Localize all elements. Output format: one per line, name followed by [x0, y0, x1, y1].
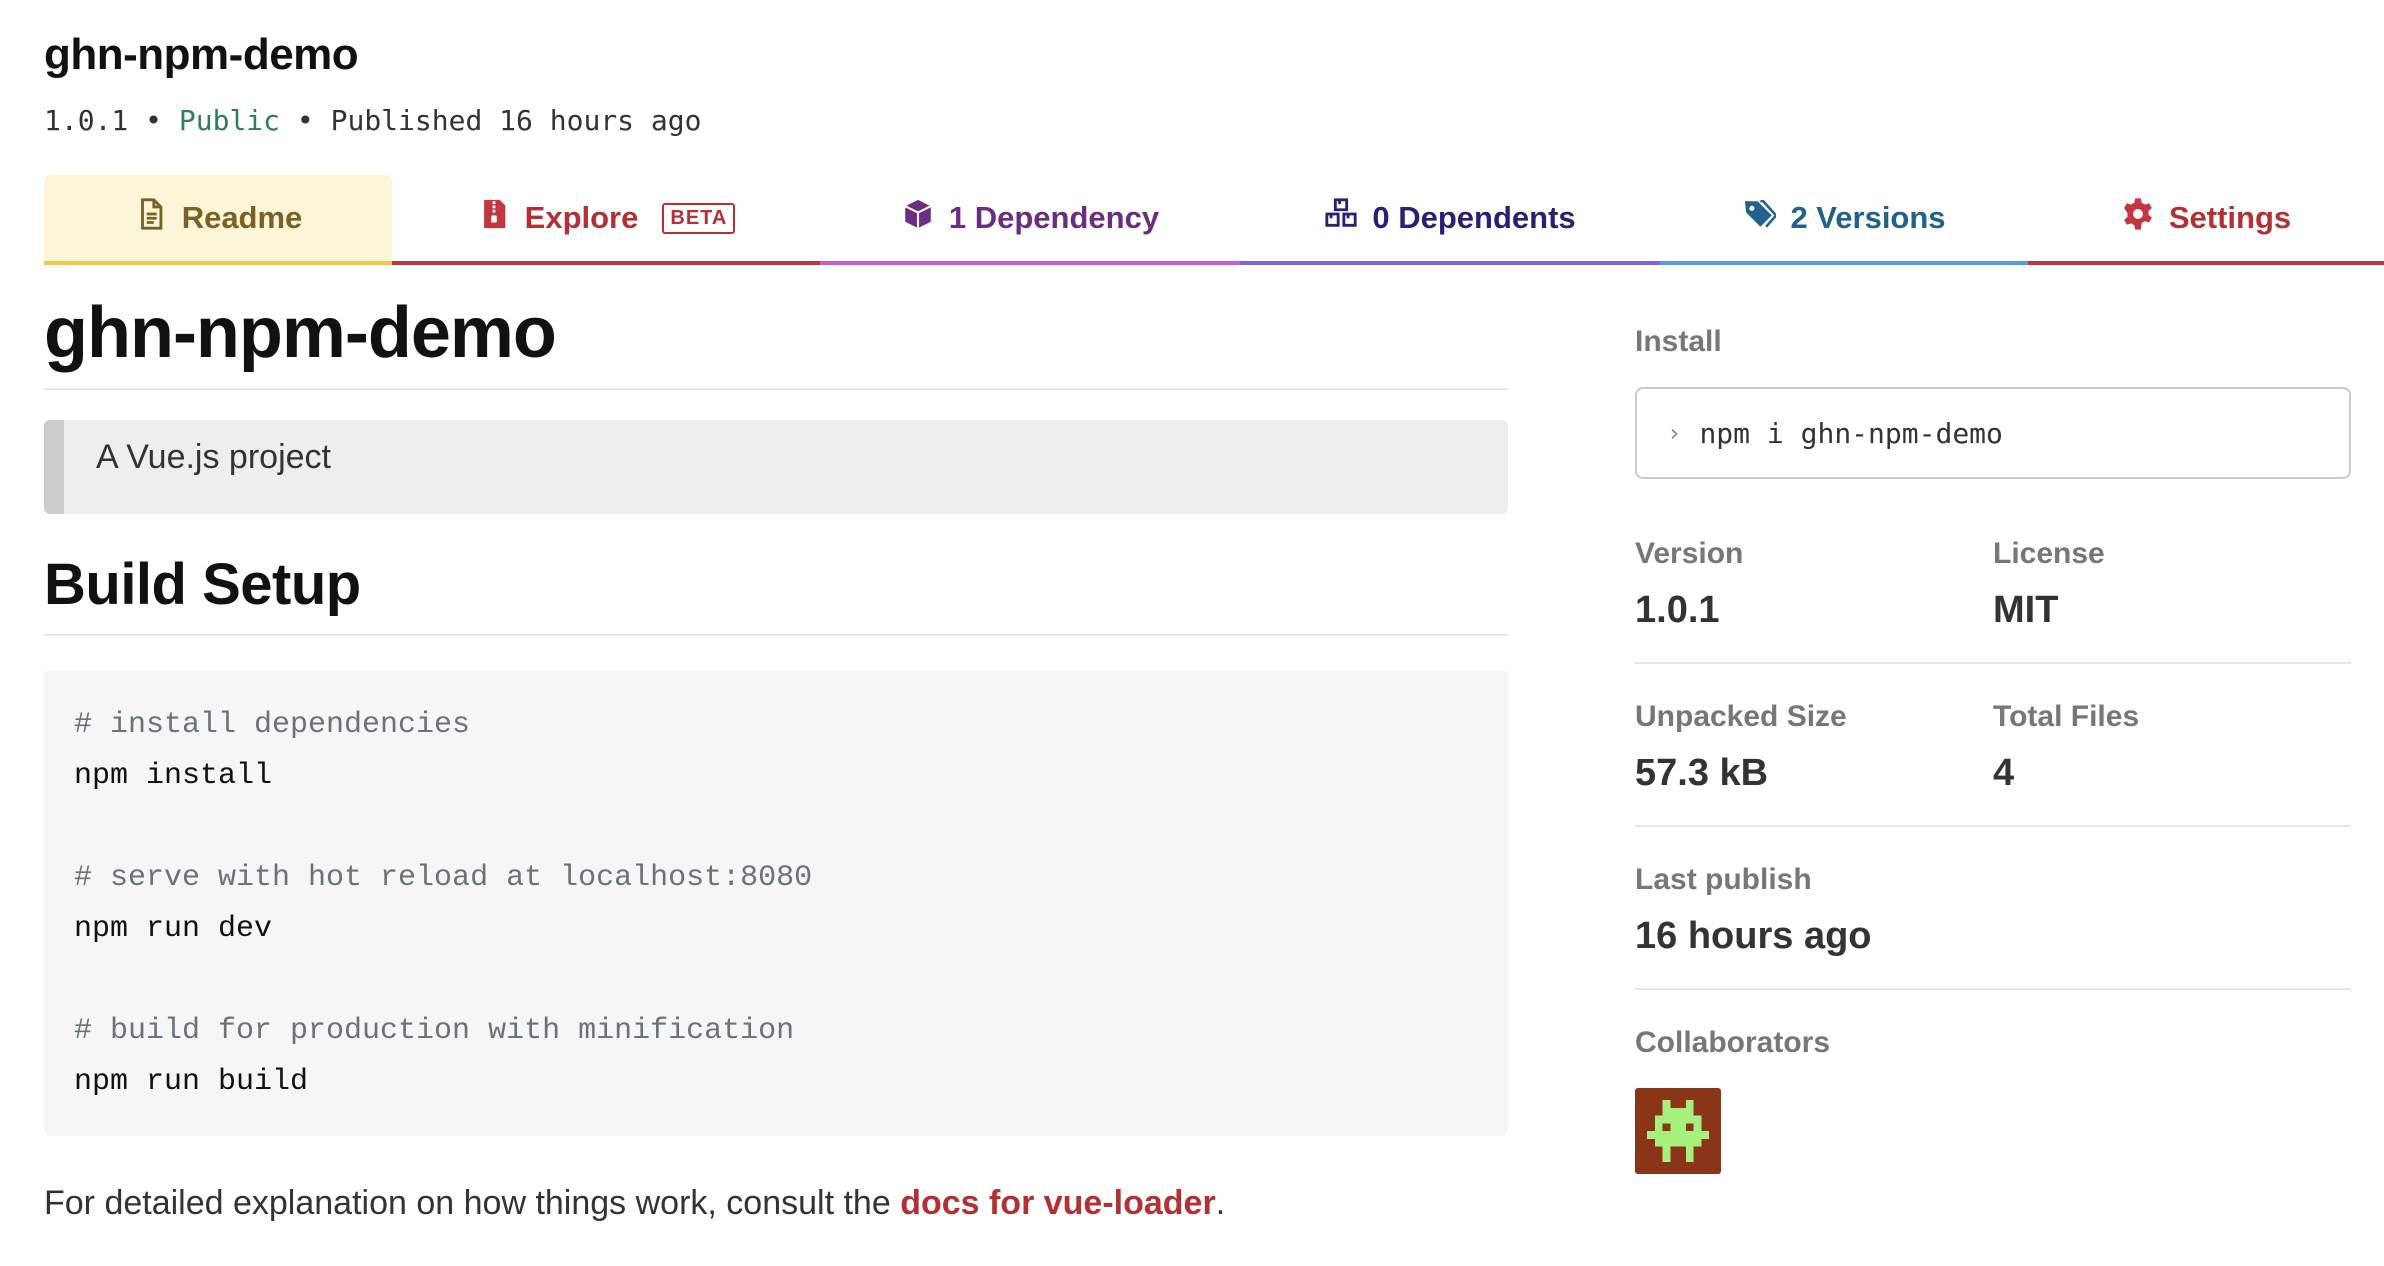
collaborators-label: Collaborators	[1635, 1026, 1831, 1059]
tab-dependents-label: 0 Dependents	[1372, 200, 1576, 235]
readme-title: ghn-npm-demo	[44, 290, 1508, 391]
tab-dependency-label: 1 Dependency	[948, 200, 1160, 235]
stats-row-last-publish: Last publish 16 hours ago	[1635, 863, 2351, 990]
install-command-box[interactable]: › npm i ghn-npm-demo	[1635, 387, 2351, 479]
install-command[interactable]: npm i ghn-npm-demo	[1699, 417, 2002, 450]
section-heading: Build Setup	[44, 550, 1508, 636]
published-time: Published 16 hours ago	[330, 104, 702, 137]
tab-settings-label: Settings	[2168, 200, 2292, 235]
beta-badge: BETA	[662, 202, 736, 234]
note-text: For detailed explanation on how things w…	[44, 1183, 901, 1222]
total-files-stat: Total Files 4	[1993, 700, 2351, 795]
box-icon	[901, 197, 935, 239]
version-value: 1.0.1	[1635, 589, 1720, 631]
chevron-right-icon: ›	[1667, 419, 1682, 447]
license-label: License	[1993, 537, 2105, 570]
package-meta: 1.0.1 • Public • Published 16 hours ago	[44, 104, 701, 137]
install-label: Install	[1635, 325, 1722, 358]
package-title: ghn-npm-demo	[44, 30, 359, 79]
tab-dependents[interactable]: 0 Dependents	[1240, 175, 1660, 265]
code-command: npm run dev	[74, 911, 273, 946]
code-command: npm install	[74, 758, 273, 793]
invader-icon	[1647, 1100, 1709, 1162]
version-stat: Version 1.0.1	[1635, 537, 1993, 632]
tab-dependency[interactable]: 1 Dependency	[820, 175, 1240, 265]
unpacked-size-stat: Unpacked Size 57.3 kB	[1635, 700, 1993, 795]
vue-loader-docs-link[interactable]: docs for vue-loader	[900, 1184, 1216, 1222]
unpacked-size-value: 57.3 kB	[1635, 752, 1769, 794]
npm-package-page: ghn-npm-demo 1.0.1 • Public • Published …	[0, 0, 2384, 1266]
total-files-value: 4	[1993, 752, 2015, 794]
version-label: Version	[1635, 537, 1744, 570]
stats-row-size-files: Unpacked Size 57.3 kB Total Files 4	[1635, 700, 2351, 827]
unpacked-size-label: Unpacked Size	[1635, 700, 1847, 733]
total-files-label: Total Files	[1993, 700, 2140, 733]
meta-separator: •	[128, 104, 179, 137]
readme-content: ghn-npm-demo A Vue.js project Build Setu…	[44, 290, 1508, 1223]
last-publish-value: 16 hours ago	[1635, 915, 1872, 957]
avatar[interactable]	[1635, 1088, 1721, 1174]
note-suffix: .	[1215, 1183, 1226, 1222]
readme-note: For detailed explanation on how things w…	[44, 1184, 1508, 1223]
package-tabs: Readme Explore BETA 1 Dependency 0 Depen…	[44, 175, 2384, 265]
tab-versions-label: 2 Versions	[1790, 200, 1946, 235]
meta-separator: •	[280, 104, 331, 137]
package-sidebar: Install › npm i ghn-npm-demo Version 1.0…	[1635, 325, 2351, 1174]
tab-readme[interactable]: Readme	[44, 175, 392, 265]
license-value: MIT	[1993, 589, 2059, 631]
archive-icon	[477, 197, 511, 239]
tab-versions[interactable]: 2 Versions	[1660, 175, 2028, 265]
tab-settings[interactable]: Settings	[2028, 175, 2384, 265]
last-publish-stat: Last publish 16 hours ago	[1635, 863, 1993, 958]
tab-explore[interactable]: Explore BETA	[392, 175, 820, 265]
code-command: npm run build	[74, 1064, 309, 1099]
tags-icon	[1742, 197, 1779, 239]
tab-readme-label: Readme	[181, 200, 303, 235]
license-stat: License MIT	[1993, 537, 2351, 632]
stats-row-version-license: Version 1.0.1 License MIT	[1635, 537, 2351, 664]
code-block: # install dependencies npm install # ser…	[44, 669, 1508, 1136]
code-comment: # install dependencies	[74, 707, 471, 742]
file-icon	[134, 197, 168, 239]
boxes-icon	[1324, 197, 1358, 239]
package-version: 1.0.1	[44, 104, 129, 137]
visibility-badge: Public	[178, 104, 281, 137]
code-comment: # serve with hot reload at localhost:808…	[74, 860, 813, 895]
tab-explore-label: Explore	[524, 200, 639, 235]
readme-description: A Vue.js project	[44, 420, 1508, 515]
code-comment: # build for production with minification	[74, 1013, 795, 1048]
last-publish-label: Last publish	[1635, 863, 1812, 896]
gear-icon	[2121, 197, 2155, 239]
